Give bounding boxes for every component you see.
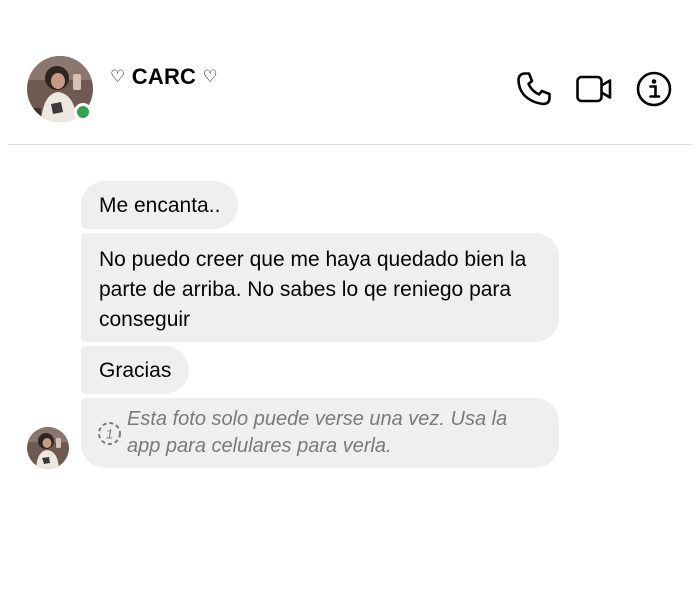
message-bubble[interactable]: No puedo creer que me haya quedado bien …	[81, 233, 559, 342]
conversation-header: ♡ CARC ♡	[0, 0, 700, 145]
view-once-photo-message[interactable]: 1 Esta foto solo puede verse una vez. Us…	[81, 398, 559, 468]
sender-avatar[interactable]	[27, 427, 69, 469]
info-icon	[636, 71, 672, 107]
phone-icon	[517, 72, 551, 106]
video-call-button[interactable]	[575, 70, 613, 108]
view-once-icon: 1	[97, 421, 122, 446]
info-button[interactable]	[635, 70, 673, 108]
view-once-text: Esta foto solo puede verse una vez. Usa …	[127, 408, 508, 457]
message-bubble[interactable]: Gracias	[81, 346, 190, 394]
online-status-dot	[74, 103, 92, 121]
message-bubble[interactable]: Me encanta..	[81, 181, 239, 229]
heart-icon: ♡	[202, 67, 218, 86]
header-divider	[8, 144, 692, 145]
phone-call-button[interactable]	[515, 70, 553, 108]
video-camera-icon	[576, 75, 612, 103]
contact-name-text: CARC	[131, 64, 197, 89]
view-once-count: 1	[106, 427, 113, 442]
contact-name[interactable]: ♡ CARC ♡	[110, 64, 218, 90]
heart-icon: ♡	[110, 67, 126, 86]
